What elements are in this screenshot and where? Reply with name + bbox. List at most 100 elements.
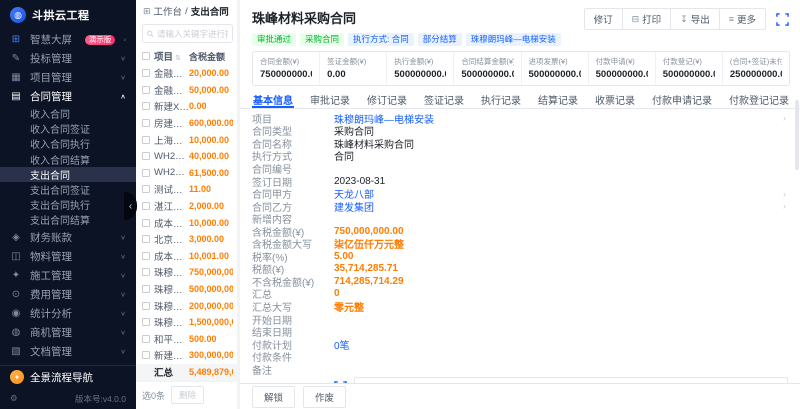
sidebar-item-project[interactable]: ▦项目管理∨ [0,68,136,87]
table-row[interactable]: 新建XX总部大厦工程0.00 [136,98,237,115]
tab-4[interactable]: 执行记录 [480,90,522,108]
row-checkbox[interactable] [142,252,150,260]
chevron-right-icon[interactable]: › [783,113,788,123]
sidebar-subitem-3-3[interactable]: 收入合同结算 [0,152,136,167]
breadcrumb-root[interactable]: 工作台 [154,4,183,18]
row-checkbox[interactable] [142,351,150,359]
row-checkbox[interactable] [142,152,150,160]
sidebar-item-expense[interactable]: ⊙费用管理∨ [0,285,136,304]
tab-8[interactable]: 付款登记记录 [728,90,790,108]
tab-2[interactable]: 修订记录 [366,90,408,108]
table-row[interactable]: 湛江花城10#项目-测试2,000.00 [136,198,237,215]
row-project-name: 珠穆朗玛峰—电梯安装 [154,315,189,329]
table-row[interactable]: 珠穆朗玛峰—电梯安装1,500,000,000.00 [136,314,237,331]
sidebar-item-material[interactable]: ◫物料管理∨ [0,247,136,266]
table-row[interactable]: 金融大厦采购项目20,000.00 [136,65,237,82]
sidebar-item-business[interactable]: ◍商机管理∨ [0,323,136,342]
row-amount: 11.00 [189,184,233,194]
sidebar-item-process-navigation[interactable]: ✦ 全景流程导航 [0,366,136,388]
table-row[interactable]: WH2023083161,500.00 [136,165,237,182]
row-checkbox[interactable] [142,102,150,110]
sidebar-subitem-3-6[interactable]: 支出合同执行 [0,197,136,212]
stat-label: 合同结算金额(¥) [461,56,513,67]
row-checkbox[interactable] [142,169,150,177]
sidebar-item-construction[interactable]: ✦施工管理∨ [0,266,136,285]
table-row[interactable]: 珠穆朗玛峰—电梯安装200,000,000.00 [136,297,237,314]
row-amount: 50,000.00 [189,85,233,95]
table-row[interactable]: 珠穆朗玛峰—电梯安装500,000,000.00 [136,281,237,298]
unlock-button[interactable]: 解锁 [252,386,295,408]
table-row[interactable]: WH2023083140,000.00 [136,148,237,165]
sidebar-subitem-3-5[interactable]: 支出合同签证 [0,182,136,197]
row-checkbox[interactable] [142,219,150,227]
row-checkbox[interactable] [142,119,150,127]
field-value[interactable]: 建发集团 [334,199,783,214]
row-checkbox[interactable] [142,268,150,276]
sidebar-subitem-3-0[interactable]: 收入合同 [0,106,136,121]
sidebar-item-statistics[interactable]: ◉统计分析∨ [0,304,136,323]
detail-actions: 修订⊟打印↧导出≡更多 [584,8,790,30]
row-checkbox[interactable] [142,69,150,77]
table-row[interactable]: 珠穆朗玛峰—电梯安装750,000,000.00 [136,264,237,281]
column-amount[interactable]: 含税金额 [189,50,233,63]
tab-3[interactable]: 签证记录 [423,90,465,108]
row-checkbox[interactable] [142,285,150,293]
scrollbar[interactable] [795,100,799,170]
tab-0[interactable]: 基本信息 [252,90,294,108]
sidebar-subitem-3-7[interactable]: 支出合同结算 [0,212,136,227]
table-row[interactable]: 成本管控项目10,000.00 [136,214,237,231]
sidebar-subitem-3-1[interactable]: 收入合同签证 [0,121,136,136]
row-checkbox[interactable] [142,202,150,210]
row-checkbox[interactable] [142,185,150,193]
search-input[interactable] [157,29,228,39]
row-checkbox[interactable] [142,335,150,343]
table-row[interactable]: 北京长安剧院3,000.00 [136,231,237,248]
field-value[interactable]: 0笔 [334,337,788,352]
sidebar-item-document[interactable]: ▧文档管理∨ [0,342,136,361]
field-value: 0 [334,288,788,299]
chevron-right-icon[interactable]: › [783,201,788,211]
tab-6[interactable]: 收票记录 [594,90,636,108]
tab-5[interactable]: 结算记录 [537,90,579,108]
row-checkbox[interactable] [142,86,150,94]
export-button[interactable]: ↧导出 [670,8,720,30]
table-row[interactable]: 金融大厦采购项目50,000.00 [136,82,237,99]
sidebar-item-bidding[interactable]: ✎投标管理∨ [0,49,136,68]
row-checkbox[interactable] [142,235,150,243]
sidebar-subitem-3-2[interactable]: 收入合同执行 [0,136,136,151]
fullscreen-button[interactable] [774,11,790,27]
action-label: 导出 [691,12,710,26]
status-tag: 审批通过 [252,33,296,46]
gear-icon[interactable]: ⚙ [10,393,18,404]
void-button[interactable]: 作废 [303,386,346,408]
row-checkbox[interactable] [142,136,150,144]
tab-1[interactable]: 审批记录 [309,90,351,108]
demo-badge: 演示版 [85,35,116,45]
select-all-checkbox[interactable] [142,52,150,60]
sidebar-item-contract[interactable]: ▤合同管理∧ [0,87,136,106]
table-row[interactable]: 房建一期项目600,000.00 [136,115,237,132]
sort-icon[interactable]: ⇅ [175,55,181,62]
sidebar-subitem-label: 支出合同结算 [30,212,126,227]
contract-icon: ▤ [10,91,22,102]
stat-value: 250000000.00 [730,69,782,80]
table-row[interactable]: 新建工程-刘-测试300,000,000.00 [136,347,237,364]
chevron-right-icon[interactable]: › [783,189,788,199]
table-row[interactable]: 上海丁香园2期改造项目10,000.00 [136,131,237,148]
field-value: 714,285,714.29 [334,276,788,287]
sidebar-subitem-3-4[interactable]: 支出合同 [0,167,136,182]
table-row[interactable]: 成本管控项目10,001.00 [136,248,237,265]
tab-7[interactable]: 付款申请记录 [651,90,713,108]
more-button[interactable]: ≡更多 [719,8,766,30]
sidebar-item-dashboard[interactable]: ⊞智慧大屏演示版› [0,30,136,49]
column-project[interactable]: 项目⇅ [154,49,189,63]
table-row[interactable]: 和平饭店500.00 [136,331,237,348]
row-amount: 500,000,000.00 [189,284,233,294]
revise-button[interactable]: 修订 [584,8,623,30]
print-button[interactable]: ⊟打印 [622,8,672,30]
delete-button[interactable]: 删除 [171,386,204,404]
row-checkbox[interactable] [142,302,150,310]
table-row[interactable]: 测试项目s11.00 [136,181,237,198]
sidebar-item-finance[interactable]: ◈财务账款∨ [0,228,136,247]
row-checkbox[interactable] [142,318,150,326]
